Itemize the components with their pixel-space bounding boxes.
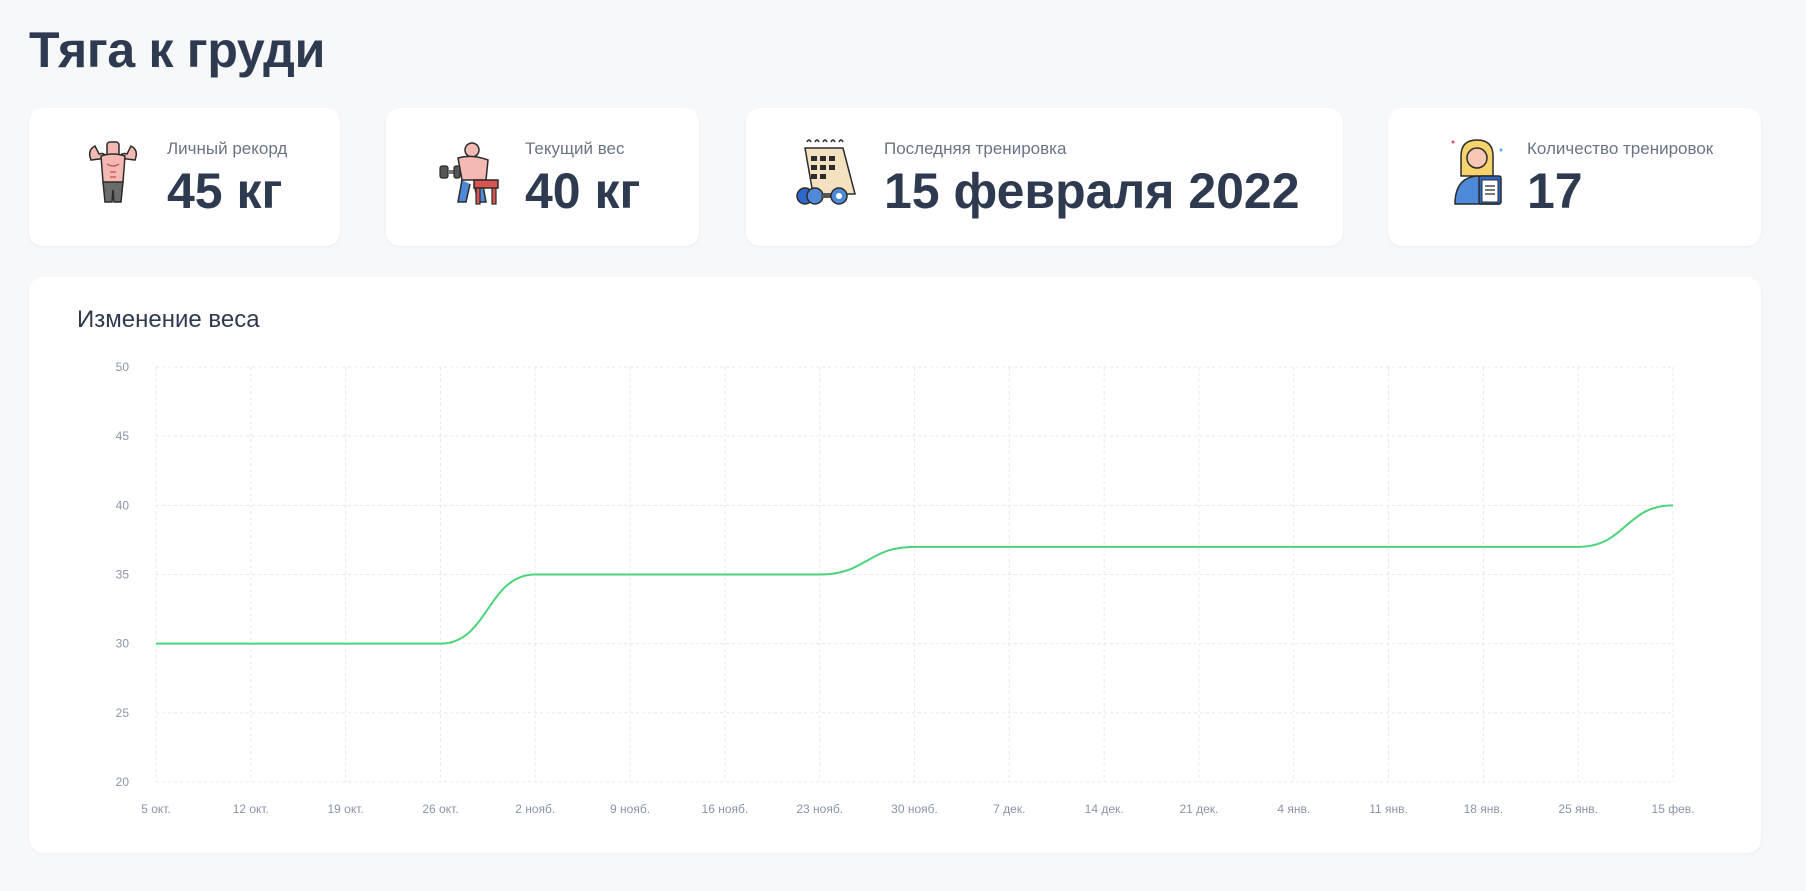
x-tick-label: 18 янв. — [1464, 802, 1504, 816]
x-tick-label: 2 нояб. — [515, 802, 555, 816]
x-tick-label: 25 янв. — [1558, 802, 1598, 816]
x-tick-label: 12 окт. — [233, 802, 269, 816]
stat-card-personal-record: Личный рекорд 45 кг — [29, 108, 340, 246]
stat-value: 15 февраля 2022 — [884, 163, 1300, 219]
x-tick-label: 5 окт. — [141, 802, 171, 816]
y-axis: 20 25 30 35 40 45 50 — [116, 360, 130, 789]
dumbbell-workout-icon — [436, 136, 508, 208]
x-tick-label: 14 дек. — [1085, 802, 1124, 816]
x-tick-label: 21 дек. — [1179, 802, 1218, 816]
stat-card-last-workout: Последняя тренировка 15 февраля 2022 — [746, 108, 1343, 246]
stat-value: 17 — [1527, 163, 1583, 219]
bodybuilder-icon — [77, 136, 149, 208]
y-tick-label: 25 — [116, 706, 130, 720]
x-tick-label: 4 янв. — [1277, 802, 1310, 816]
stat-card-current-weight: Текущий вес 40 кг — [386, 108, 699, 246]
y-tick-label: 45 — [116, 429, 130, 443]
x-axis: 5 окт. 12 окт. 19 окт. 26 окт. 2 нояб. 9 нояб… — [141, 802, 1694, 816]
stat-label: Текущий вес — [525, 139, 625, 158]
x-tick-label: 9 нояб. — [610, 802, 650, 816]
y-tick-label: 40 — [116, 498, 130, 512]
trainer-clipboard-icon — [1443, 136, 1515, 208]
stat-value: 40 кг — [525, 163, 641, 219]
x-tick-label: 19 окт. — [328, 802, 364, 816]
chart-grid — [155, 366, 1674, 783]
x-tick-label: 11 янв. — [1369, 802, 1408, 816]
y-tick-label: 20 — [116, 775, 130, 789]
x-tick-label: 16 нояб. — [702, 802, 749, 816]
y-tick-label: 30 — [116, 637, 130, 651]
calendar-weights-icon — [793, 136, 865, 208]
y-tick-label: 35 — [116, 568, 130, 582]
x-tick-label: 30 нояб. — [891, 802, 938, 816]
x-tick-label: 26 окт. — [422, 802, 458, 816]
stat-label: Личный рекорд — [167, 139, 288, 158]
stat-value: 45 кг — [167, 163, 283, 219]
stat-label: Количество тренировок — [1527, 139, 1714, 158]
stat-card-workout-count: Количество тренировок 17 — [1388, 108, 1761, 246]
x-tick-label: 15 фев. — [1652, 802, 1695, 816]
stat-label: Последняя тренировка — [884, 139, 1067, 158]
page-title: Тяга к груди — [29, 22, 326, 78]
y-tick-label: 50 — [116, 360, 130, 374]
chart-card: Изменение веса 20 25 30 35 40 45 50 5 окт. 12 о… — [29, 277, 1761, 853]
x-tick-label: 7 дек. — [993, 802, 1025, 816]
weight-line-chart: 20 25 30 35 40 45 50 5 окт. 12 окт. 19 окт. 26 ок… — [116, 360, 1695, 816]
x-tick-label: 23 нояб. — [796, 802, 843, 816]
